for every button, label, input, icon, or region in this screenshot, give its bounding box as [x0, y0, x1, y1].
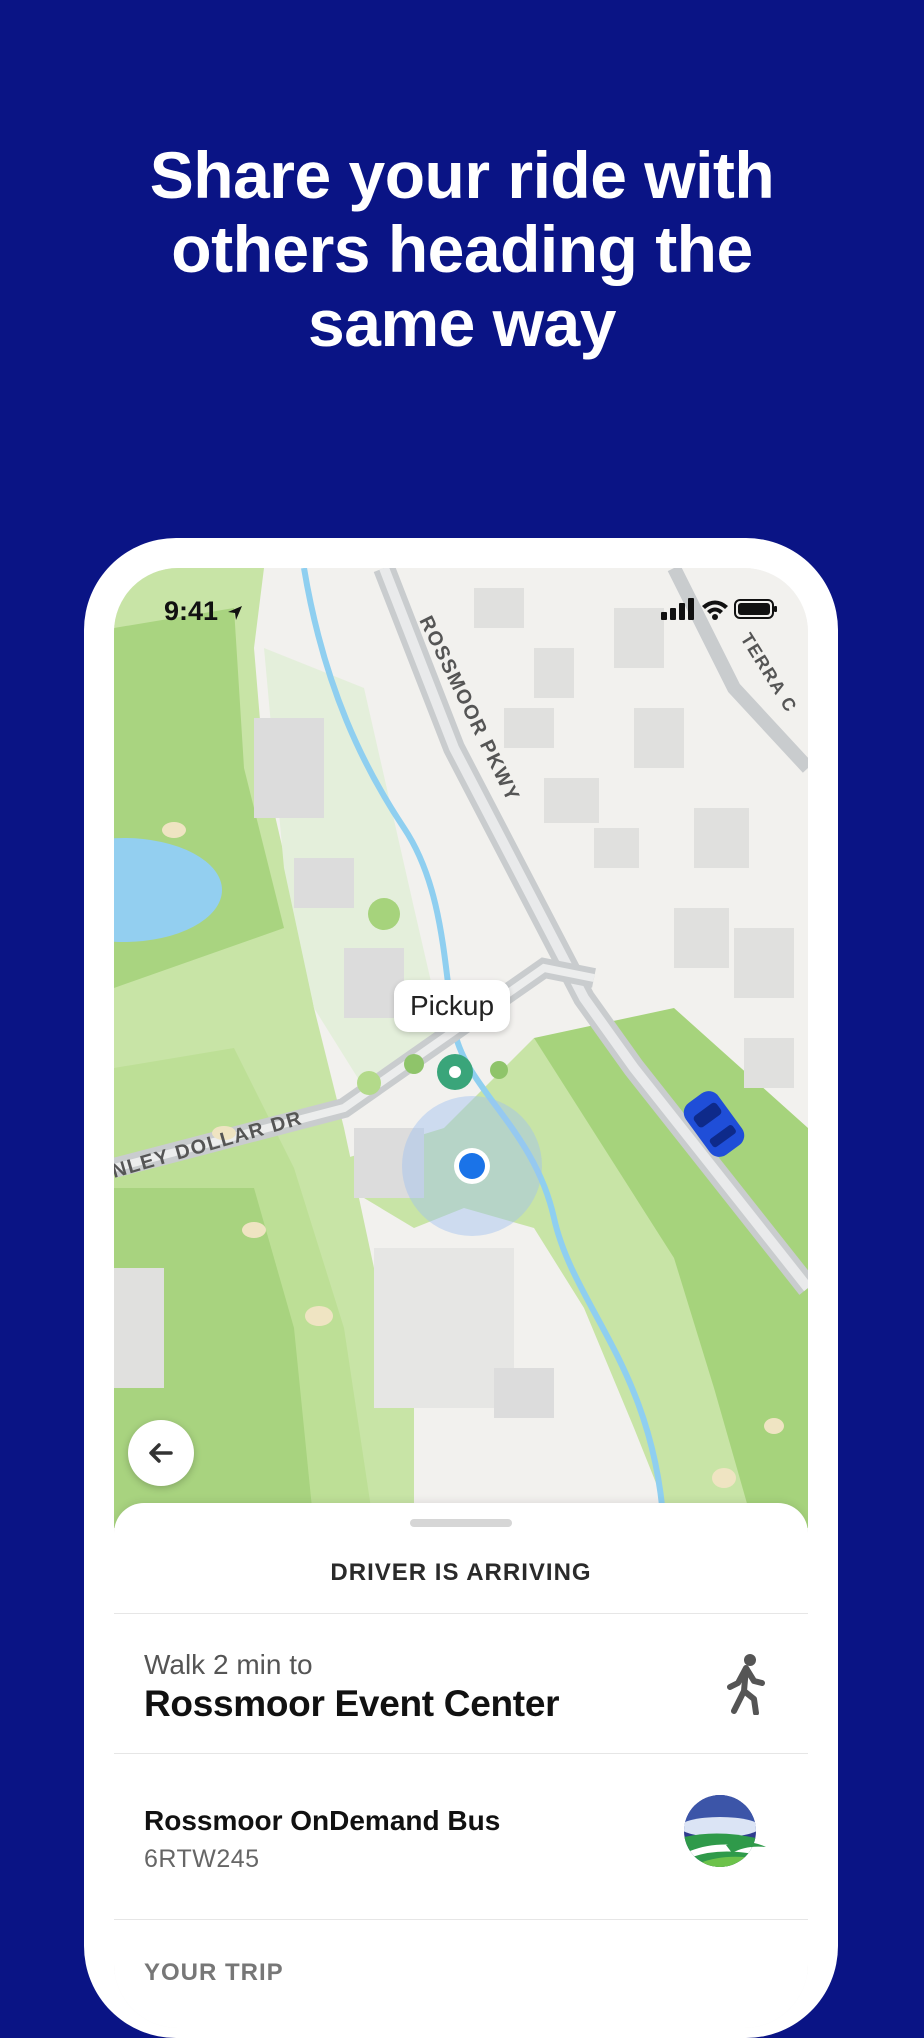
sheet-title: DRIVER IS ARRIVING	[330, 1559, 592, 1586]
map-view[interactable]: ROSSMOOR PKWY TERRA C NLEY DOLLAR DR	[114, 568, 808, 1528]
pickup-pin-center	[449, 1066, 461, 1078]
status-icons	[661, 598, 778, 625]
rossmoor-logo-icon	[684, 1795, 766, 1867]
walk-subtitle: Walk 2 min to	[144, 1649, 313, 1680]
headline-line-1: Share your ride with	[149, 138, 775, 212]
bus-name: Rossmoor OnDemand Bus	[144, 1805, 501, 1836]
divider	[114, 1919, 808, 1920]
divider	[114, 1613, 808, 1614]
headline-line-2: others heading the	[171, 212, 753, 286]
location-arrow-icon	[227, 606, 242, 620]
arrow-left-icon	[149, 1443, 173, 1463]
headline-line-3: same way	[308, 286, 616, 360]
your-trip-section: YOUR TRIP	[144, 1959, 284, 1986]
bus-plate: 6RTW245	[144, 1845, 260, 1873]
bottom-sheet[interactable]: DRIVER IS ARRIVING Walk 2 min to Rossmoo…	[114, 1503, 808, 2028]
battery-icon	[734, 599, 777, 619]
phone-screen: ROSSMOOR PKWY TERRA C NLEY DOLLAR DR 9:4…	[114, 568, 808, 2028]
walking-person-icon	[727, 1654, 765, 1715]
pickup-callout[interactable]: Pickup	[394, 980, 511, 1032]
back-button[interactable]	[128, 1420, 194, 1486]
sheet-drag-handle[interactable]	[410, 1519, 512, 1527]
wifi-icon	[701, 600, 728, 620]
status-time-label: 9:41	[164, 596, 219, 626]
headline: Share your ride with others heading the …	[0, 138, 924, 360]
status-time: 9:41	[164, 596, 244, 627]
walk-destination: Rossmoor Event Center	[144, 1683, 560, 1724]
signal-icon	[661, 598, 695, 620]
divider	[114, 1753, 808, 1754]
user-location-dot	[459, 1153, 485, 1179]
status-bar: 9:41	[114, 568, 808, 658]
